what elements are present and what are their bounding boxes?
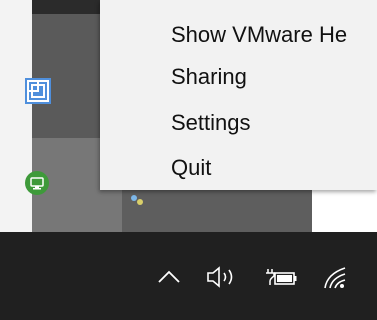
green-app-icon[interactable] xyxy=(24,170,50,196)
context-menu: Show VMware He Sharing Settings Quit xyxy=(100,0,377,190)
vmware-icon[interactable] xyxy=(25,78,51,104)
partial-tray-icon[interactable] xyxy=(130,193,146,209)
background-window xyxy=(0,0,32,232)
menu-item-quit[interactable]: Quit xyxy=(100,146,377,190)
taskbar xyxy=(0,232,377,320)
wifi-icon[interactable] xyxy=(316,262,356,292)
menu-item-sharing[interactable]: Sharing xyxy=(100,55,377,99)
background-window-corner xyxy=(312,190,377,232)
background-window-lower xyxy=(122,190,312,232)
menu-item-settings[interactable]: Settings xyxy=(100,101,377,145)
volume-icon[interactable] xyxy=(202,262,246,292)
chevron-up-icon[interactable] xyxy=(152,262,186,292)
menu-item-show-vmware-help[interactable]: Show VMware He xyxy=(100,13,377,57)
battery-icon[interactable] xyxy=(262,262,302,292)
